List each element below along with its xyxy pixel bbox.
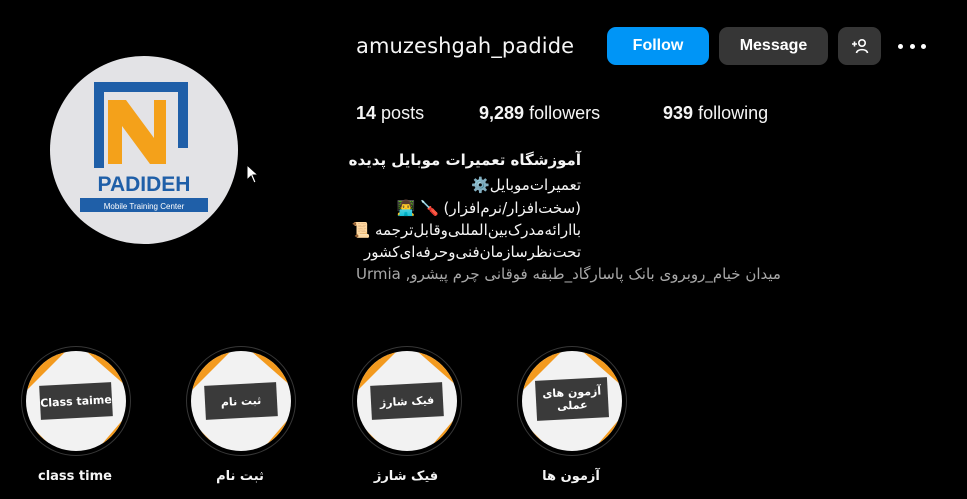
following-label: following	[698, 103, 769, 123]
profile-avatar[interactable]: PADIDEH Mobile Training Center	[50, 56, 238, 244]
highlight-practical-exams[interactable]: آزمون های عملی	[517, 346, 627, 456]
highlight-cover: آزمون های عملی	[522, 351, 622, 451]
suggest-accounts-button[interactable]	[838, 27, 881, 65]
highlight-card-text: آزمون های عملی	[535, 377, 609, 421]
following-link[interactable]: 939 following	[663, 103, 768, 124]
bio-line-3: باارائه‌مدرک‌بین‌المللی‌وقابل‌ترجمه 📜	[351, 221, 581, 239]
highlight-class-time[interactable]: Class taime	[21, 346, 131, 456]
highlight-card-text: Class taime	[39, 382, 113, 420]
highlight-cover: Class taime	[26, 351, 126, 451]
bio-address[interactable]: Urmia ,میدان خیام_روبروی بانک پاسارگاد_ط…	[356, 265, 781, 283]
posts-count: 14 posts	[356, 103, 424, 124]
svg-text:PADIDEH: PADIDEH	[98, 173, 191, 196]
profile-username: amuzeshgah_padide	[356, 34, 575, 58]
padideh-logo: PADIDEH Mobile Training Center	[80, 82, 208, 212]
highlight-label[interactable]: class time	[5, 469, 145, 484]
followers-number: 9,289	[479, 103, 525, 123]
more-options-icon[interactable]	[898, 38, 926, 54]
bio-full-name: آموزشگاه تعمیرات موبایل پدیده	[348, 151, 581, 169]
followers-label: followers	[529, 103, 601, 123]
followers-link[interactable]: 9,289 followers	[479, 103, 600, 124]
posts-number: 14	[356, 103, 377, 123]
svg-text:Mobile Training Center: Mobile Training Center	[104, 202, 185, 211]
highlight-label[interactable]: ثبت نام	[170, 469, 310, 484]
highlight-card-text: فیک شارژ	[370, 382, 444, 420]
bio-line-4: تحت‌نظرسازمان‌فنی‌وحرفه‌ای‌کشور	[364, 243, 581, 261]
posts-label: posts	[381, 103, 425, 123]
highlight-cover: فیک شارژ	[357, 351, 457, 451]
highlight-label[interactable]: آزمون ها	[501, 469, 641, 484]
following-number: 939	[663, 103, 694, 123]
mouse-pointer-icon	[246, 164, 260, 184]
highlight-card-text: ثبت نام	[204, 382, 278, 420]
bio-line-1: تعمیرات‌موبایل⚙️	[471, 176, 581, 194]
highlight-cover: ثبت نام	[191, 351, 291, 451]
highlight-fake-charge[interactable]: فیک شارژ	[352, 346, 462, 456]
bio-line-2: (سخت‌افزار/نرم‌افزار) 🪛 👨‍💻	[396, 199, 581, 217]
follow-button[interactable]: Follow	[607, 27, 709, 65]
highlight-register[interactable]: ثبت نام	[186, 346, 296, 456]
person-plus-icon	[851, 38, 868, 54]
message-button[interactable]: Message	[719, 27, 828, 65]
highlight-label[interactable]: فیک شارژ	[336, 469, 476, 484]
